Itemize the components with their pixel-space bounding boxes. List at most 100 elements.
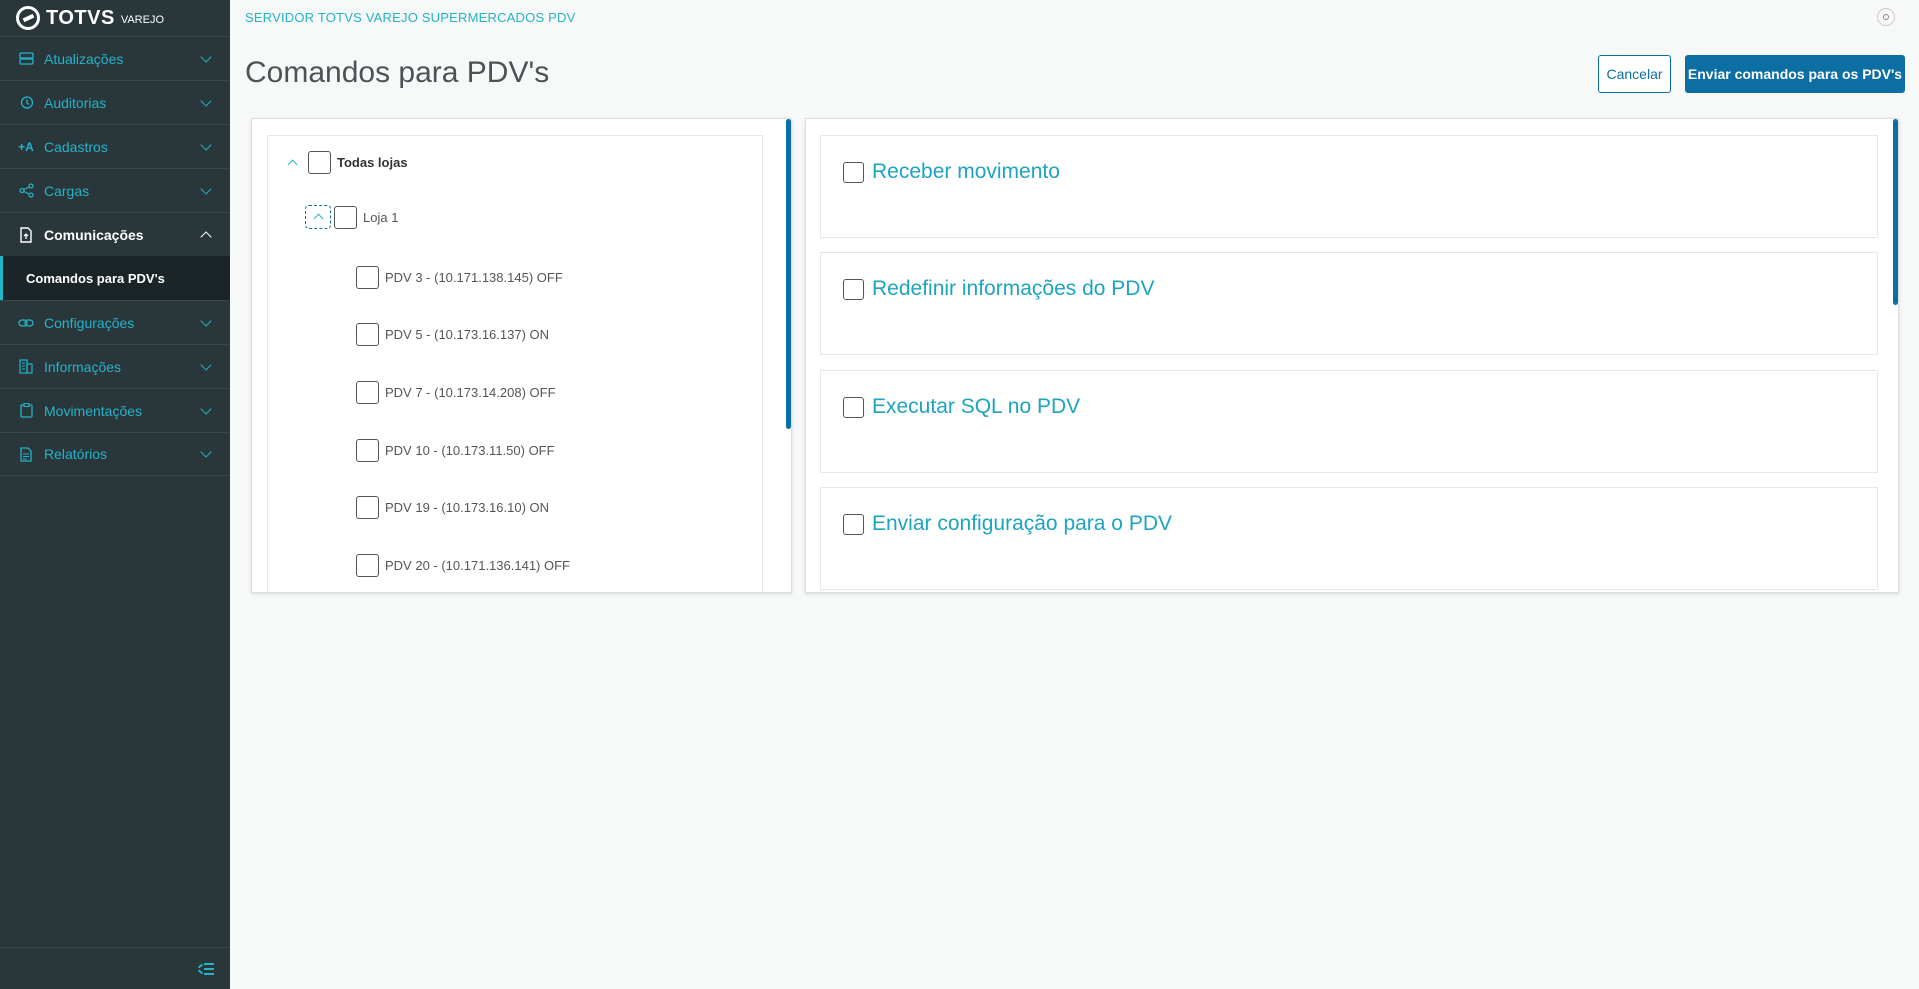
sidebar-subitem-comandos-pdv[interactable]: Comandos para PDV's bbox=[0, 256, 230, 300]
scrollbar[interactable] bbox=[786, 119, 791, 429]
command-option[interactable]: Redefinir informações do PDV bbox=[843, 277, 1154, 301]
command-card: Receber movimento bbox=[820, 135, 1878, 238]
brand-logo[interactable]: TOTVS VAREJO bbox=[0, 0, 230, 36]
tree-node-label: PDV 10 - (10.173.11.50) OFF bbox=[385, 443, 555, 458]
sidebar-item-label: Auditorias bbox=[44, 94, 107, 111]
sidebar-item-comunicacoes[interactable]: Comunicações bbox=[0, 212, 230, 256]
tree-node-label: Todas lojas bbox=[337, 155, 408, 170]
chevron-down-icon bbox=[200, 182, 212, 195]
totvs-logo-icon bbox=[16, 6, 40, 30]
tree-node-store: Loja 1 bbox=[305, 205, 398, 229]
chevron-down-icon bbox=[200, 402, 212, 415]
server-icon bbox=[18, 51, 34, 67]
command-option[interactable]: Receber movimento bbox=[843, 160, 1060, 184]
sidebar-item-auditorias[interactable]: Auditorias bbox=[0, 80, 230, 124]
sidebar-item-cadastros[interactable]: +A Cadastros bbox=[0, 124, 230, 168]
store-tree: Todas lojas Loja 1 PDV 3 - (10.171.138.1… bbox=[267, 135, 763, 592]
tree-node-pdv: PDV 7 - (10.173.14.208) OFF bbox=[356, 381, 556, 404]
brand-name: TOTVS bbox=[46, 6, 115, 29]
sidebar-item-movimentacoes[interactable]: Movimentações bbox=[0, 388, 230, 432]
chevron-up-icon bbox=[313, 213, 323, 224]
pdv-checkbox[interactable] bbox=[356, 266, 379, 289]
page-title: Comandos para PDV's bbox=[245, 56, 550, 89]
sidebar-item-label: Comunicações bbox=[44, 226, 144, 243]
sidebar-item-label: Relatórios bbox=[44, 446, 108, 462]
command-checkbox[interactable] bbox=[843, 161, 864, 183]
sidebar-footer bbox=[0, 947, 230, 989]
report-icon bbox=[18, 446, 34, 462]
command-checkbox[interactable] bbox=[843, 396, 864, 418]
command-checkbox[interactable] bbox=[843, 513, 864, 535]
cancel-button[interactable]: Cancelar bbox=[1598, 55, 1671, 93]
pdv-checkbox[interactable] bbox=[356, 554, 379, 577]
command-card: Enviar configuração para o PDV bbox=[820, 487, 1878, 590]
chevron-up-icon bbox=[287, 159, 297, 169]
tree-collapse-toggle[interactable] bbox=[282, 153, 302, 173]
command-option[interactable]: Enviar configuração para o PDV bbox=[843, 512, 1172, 536]
all-stores-checkbox[interactable] bbox=[308, 151, 331, 174]
share-icon bbox=[18, 183, 34, 199]
sidebar: TOTVS VAREJO Atualizações Auditorias +A … bbox=[0, 0, 230, 989]
tree-node-label: PDV 5 - (10.173.16.137) ON bbox=[385, 327, 550, 342]
chevron-down-icon bbox=[200, 446, 212, 458]
tree-node-label: PDV 3 - (10.171.138.145) OFF bbox=[385, 270, 563, 285]
chevron-up-icon bbox=[200, 230, 212, 243]
pdv-checkbox[interactable] bbox=[356, 439, 379, 462]
tree-node-label: PDV 7 - (10.173.14.208) OFF bbox=[385, 385, 556, 400]
tree-node-label: PDV 19 - (10.173.16.10) ON bbox=[385, 500, 550, 515]
sidebar-item-label: Informações bbox=[44, 358, 122, 375]
add-text-icon: +A bbox=[18, 139, 34, 154]
command-title: Receber movimento bbox=[872, 160, 1060, 183]
tree-node-pdv: PDV 19 - (10.173.16.10) ON bbox=[356, 496, 549, 519]
clipboard-icon bbox=[18, 403, 34, 419]
sidebar-item-label: Configurações bbox=[44, 314, 135, 331]
user-icon bbox=[1883, 14, 1889, 20]
send-commands-button[interactable]: Enviar comandos para os PDV's bbox=[1685, 55, 1905, 93]
command-title: Executar SQL no PDV bbox=[872, 395, 1081, 418]
command-option[interactable]: Executar SQL no PDV bbox=[843, 395, 1080, 419]
brand-sub: VAREJO bbox=[120, 14, 165, 26]
chevron-down-icon bbox=[200, 138, 212, 151]
pdv-checkbox[interactable] bbox=[356, 496, 379, 519]
tree-node-label: Loja 1 bbox=[363, 209, 399, 225]
pdv-checkbox[interactable] bbox=[356, 381, 379, 404]
chevron-down-icon bbox=[200, 94, 212, 107]
tree-node-pdv: PDV 3 - (10.171.138.145) OFF bbox=[356, 266, 563, 289]
tree-node-pdv: PDV 10 - (10.173.11.50) OFF bbox=[356, 439, 555, 462]
command-title: Redefinir informações do PDV bbox=[872, 277, 1155, 300]
sidebar-item-label: Cargas bbox=[44, 182, 90, 199]
sidebar-menu: Atualizações Auditorias +A Cadastros Car… bbox=[0, 36, 230, 476]
store-checkbox[interactable] bbox=[334, 205, 357, 229]
collapse-menu-icon[interactable] bbox=[197, 962, 214, 975]
command-title: Enviar configuração para o PDV bbox=[872, 512, 1172, 535]
link-icon bbox=[18, 315, 34, 331]
tree-collapse-toggle[interactable] bbox=[305, 205, 331, 229]
commands-panel: Receber movimento Redefinir informações … bbox=[805, 118, 1899, 593]
sidebar-item-informacoes[interactable]: Informações bbox=[0, 344, 230, 388]
pdv-checkbox[interactable] bbox=[356, 323, 379, 346]
tree-node-pdv: PDV 5 - (10.173.16.137) ON bbox=[356, 323, 549, 346]
chevron-down-icon bbox=[200, 314, 212, 327]
chevron-down-icon bbox=[200, 50, 212, 63]
building-icon bbox=[18, 359, 34, 375]
tree-node-label: PDV 20 - (10.171.136.141) OFF bbox=[385, 558, 570, 573]
command-checkbox[interactable] bbox=[843, 278, 864, 300]
sidebar-item-cargas[interactable]: Cargas bbox=[0, 168, 230, 212]
user-menu-button[interactable] bbox=[1877, 8, 1895, 26]
tree-node-all-stores: Todas lojas bbox=[282, 151, 408, 174]
chevron-down-icon bbox=[200, 358, 212, 371]
sidebar-item-configuracoes[interactable]: Configurações bbox=[0, 300, 230, 344]
sidebar-item-label: Cadastros bbox=[44, 138, 108, 155]
sidebar-item-label: Movimentações bbox=[44, 402, 143, 419]
command-card: Redefinir informações do PDV bbox=[820, 252, 1878, 355]
store-tree-panel: Todas lojas Loja 1 PDV 3 - (10.171.138.1… bbox=[251, 118, 792, 593]
command-card: Executar SQL no PDV bbox=[820, 370, 1878, 473]
scrollbar[interactable] bbox=[1893, 119, 1898, 305]
sidebar-item-atualizacoes[interactable]: Atualizações bbox=[0, 36, 230, 80]
tree-node-pdv: PDV 20 - (10.171.136.141) OFF bbox=[356, 554, 570, 577]
document-sync-icon bbox=[18, 226, 34, 243]
history-icon bbox=[18, 95, 34, 111]
sidebar-item-relatorios[interactable]: Relatórios bbox=[0, 432, 230, 476]
sidebar-item-label: Atualizações bbox=[44, 50, 124, 67]
server-name: SERVIDOR TOTVS VAREJO SUPERMERCADOS PDV bbox=[245, 10, 576, 25]
